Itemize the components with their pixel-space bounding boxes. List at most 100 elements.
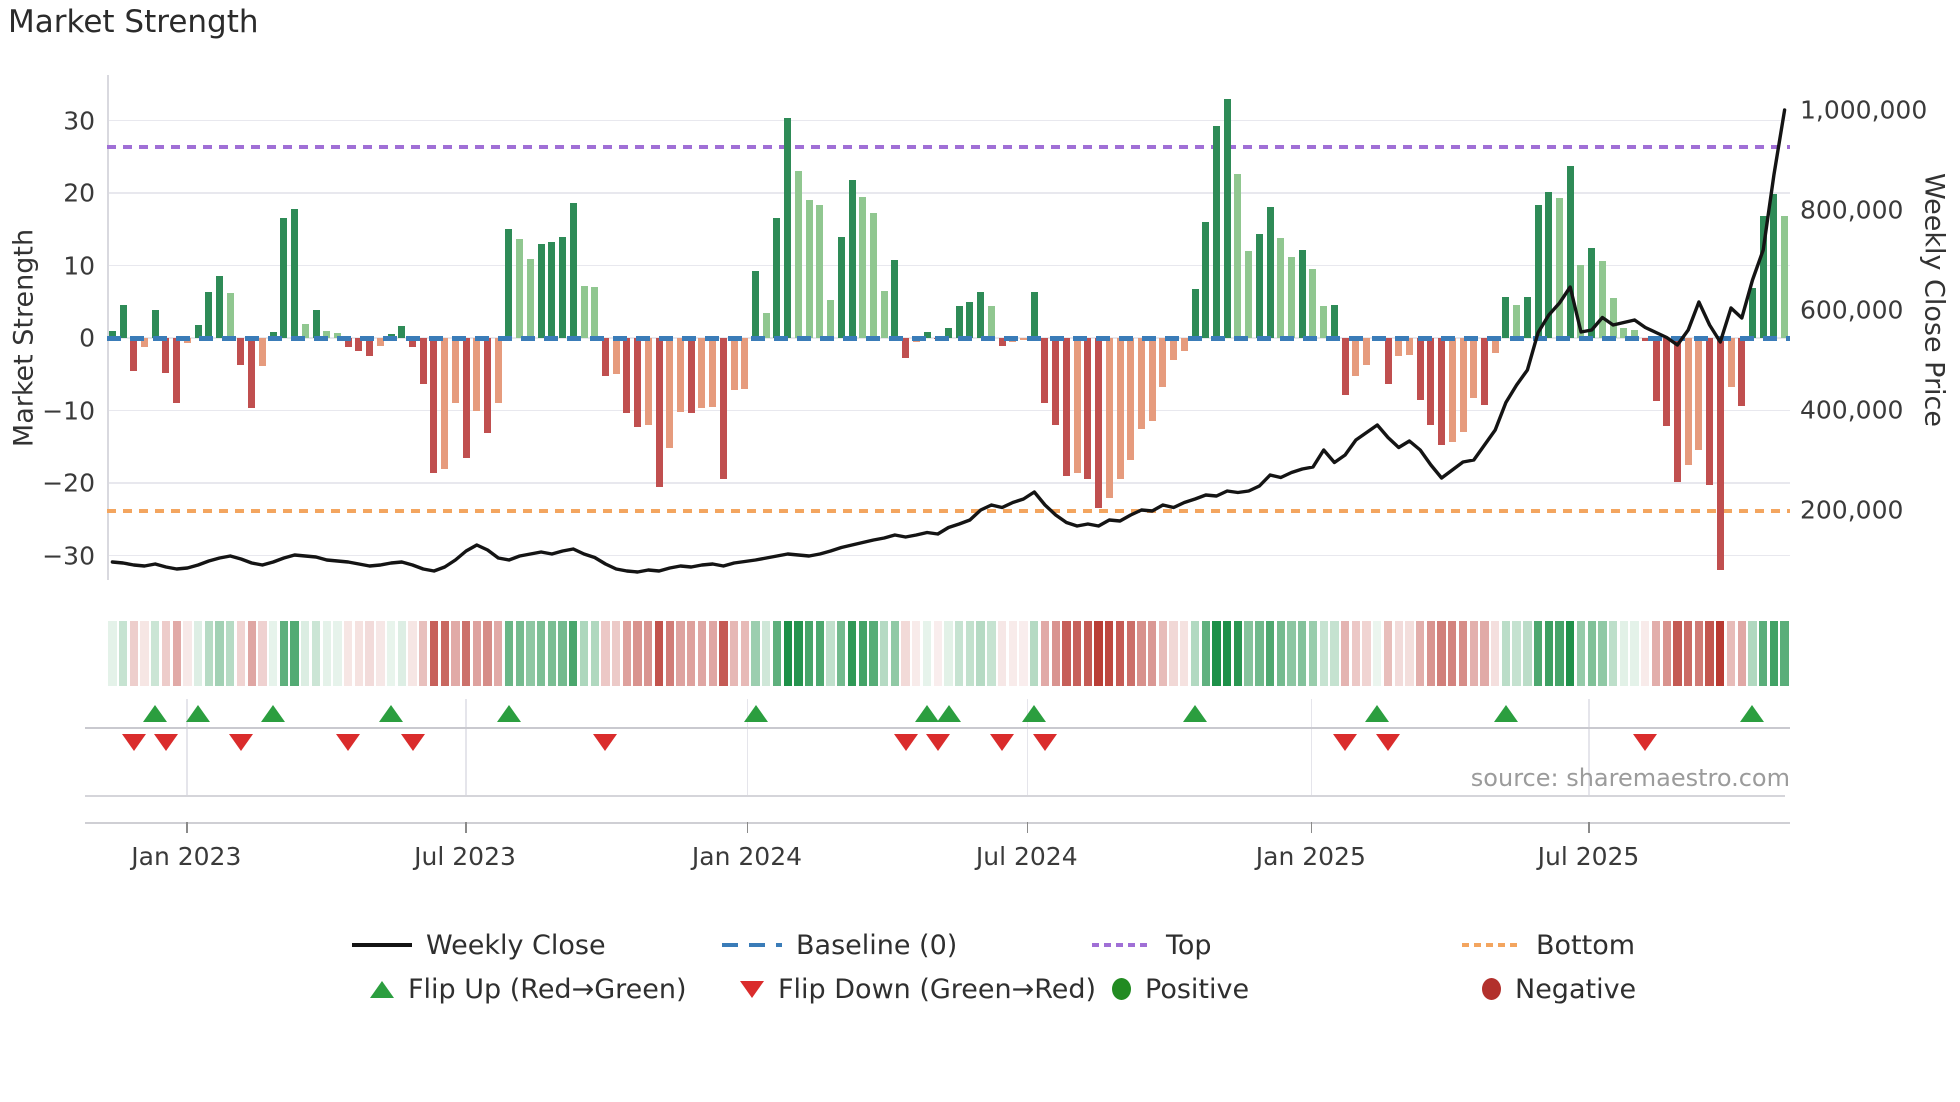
- heatmap-cell: [1662, 621, 1671, 686]
- heatmap-cell: [1726, 621, 1736, 686]
- flip-down-marker: [1333, 734, 1358, 751]
- weekly-close-line-swatch: [352, 943, 412, 947]
- heatmap-cell: [1094, 621, 1103, 686]
- flip-up-marker: [379, 705, 404, 722]
- heatmap-cell: [1694, 621, 1704, 686]
- heatmap-cell: [1576, 621, 1586, 686]
- x-axis-tickmark: [1588, 822, 1590, 833]
- heatmap-cell: [247, 621, 256, 686]
- heatmap-cell: [1555, 621, 1564, 686]
- legend-item-positive: Positive: [1092, 972, 1249, 1006]
- heatmap-cell: [1405, 621, 1414, 686]
- flip-down-marker: [228, 734, 253, 751]
- x-axis-tick-label: Jul 2024: [975, 842, 1078, 871]
- legend-item-weekly-close: Weekly Close: [352, 928, 606, 962]
- heatmap-cell: [1619, 621, 1628, 686]
- heatmap-cell: [762, 621, 771, 686]
- heatmap-cell: [890, 621, 900, 686]
- flip-up-marker: [1022, 705, 1047, 722]
- heatmap-cell: [1244, 621, 1253, 686]
- heatmap-cell: [483, 621, 492, 686]
- heatmap-cell: [558, 621, 567, 686]
- heatmap-cell: [311, 621, 321, 686]
- heatmap-cell: [1533, 621, 1543, 686]
- heatmap-cell: [344, 621, 353, 686]
- heatmap-cell: [858, 621, 867, 686]
- heatmap-cell: [1276, 621, 1285, 686]
- legend-label: Bottom: [1536, 929, 1636, 961]
- heatmap-cell: [1180, 621, 1189, 686]
- heatmap-cell: [912, 621, 921, 686]
- heatmap-cell: [794, 621, 803, 686]
- heatmap-cell: [665, 621, 674, 686]
- heatmap-cell: [869, 621, 878, 686]
- heatmap-cell: [1780, 621, 1789, 686]
- flip-up-marker: [743, 705, 768, 722]
- heatmap-cell: [429, 621, 439, 686]
- heatmap-cell: [1158, 621, 1168, 686]
- flip-up-marker: [1493, 705, 1518, 722]
- legend-label: Weekly Close: [426, 929, 606, 961]
- heatmap-cell: [1512, 621, 1521, 686]
- flip-down-marker: [153, 734, 178, 751]
- x-axis-tick-label: Jul 2023: [414, 842, 516, 871]
- heatmap-cell: [1673, 621, 1682, 686]
- legend-item-flip-down-green-red-: Flip Down (Green→Red): [722, 972, 1096, 1006]
- heatmap-cell: [151, 621, 160, 686]
- source-credit: source: sharemaestro.com: [1470, 764, 1790, 792]
- heatmap-cell: [1748, 621, 1757, 686]
- x-axis-tickmark: [746, 822, 749, 833]
- heatmap-cell: [1598, 621, 1607, 686]
- heatmap-cell: [1201, 621, 1210, 686]
- flip-panel-divider: [85, 727, 1790, 729]
- heatmap-cell: [1437, 621, 1446, 686]
- heatmap-cell: [279, 621, 289, 686]
- flip-up-marker: [1740, 705, 1765, 722]
- heatmap-cell: [1716, 621, 1725, 686]
- heatmap-cell: [376, 621, 385, 686]
- heatmap-cell: [1448, 621, 1457, 686]
- flip-down-marker: [400, 734, 425, 751]
- flip-up-marker: [143, 705, 168, 722]
- heatmap-cell: [258, 621, 267, 686]
- flip-up-marker: [1183, 705, 1208, 722]
- heatmap-cell: [1394, 621, 1403, 686]
- heatmap-cell: [590, 621, 599, 686]
- flip-down-marker: [1376, 734, 1400, 751]
- heatmap-cell: [536, 621, 546, 686]
- heatmap-cell: [847, 621, 857, 686]
- heatmap-cell: [108, 621, 117, 686]
- heatmap-cell: [1319, 621, 1328, 686]
- legend-item-baseline-0-: Baseline (0): [722, 928, 957, 962]
- heatmap-cell: [515, 621, 524, 686]
- heatmap-cell: [654, 621, 664, 686]
- heatmap-cell: [772, 621, 782, 686]
- heatmap-cell: [933, 621, 942, 686]
- flip-panel-bottom-spine: [85, 795, 1785, 797]
- heatmap-cell: [740, 621, 749, 686]
- heatmap-cell: [1169, 621, 1178, 686]
- heatmap-cell: [1587, 621, 1596, 686]
- heatmap-cell: [301, 621, 310, 686]
- heatmap-cell: [1351, 621, 1360, 686]
- flip-down-marker: [593, 734, 618, 751]
- heatmap-cell: [290, 621, 299, 686]
- heatmap-cell: [504, 621, 514, 686]
- heatmap-cell: [440, 621, 449, 686]
- heatmap-cell: [1255, 621, 1264, 686]
- heatmap-cell: [1426, 621, 1436, 686]
- heatmap-cell: [1416, 621, 1425, 686]
- heatmap-cell: [729, 621, 739, 686]
- heatmap-cell: [118, 621, 128, 686]
- heatmap-cell: [1212, 621, 1221, 686]
- legend-label: Negative: [1515, 973, 1637, 1005]
- heatmap-cell: [1383, 621, 1393, 686]
- heatmap-cell: [1630, 621, 1639, 686]
- heatmap-cell: [1308, 621, 1318, 686]
- heatmap-cell: [1072, 621, 1082, 686]
- x-axis-tickmark: [1310, 822, 1313, 833]
- flip-down-marker: [1633, 734, 1658, 751]
- heatmap-cell: [1651, 621, 1661, 686]
- heatmap-cell: [1469, 621, 1478, 686]
- heatmap-cell: [397, 621, 406, 686]
